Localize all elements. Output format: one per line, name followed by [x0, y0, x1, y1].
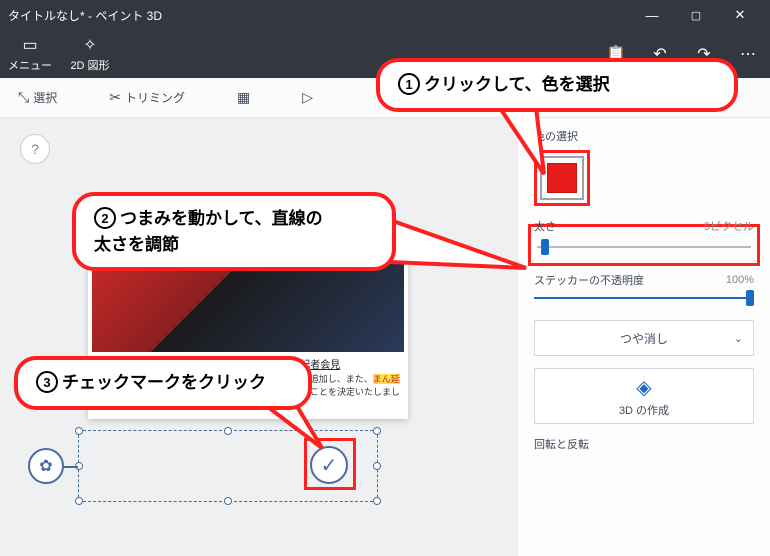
matte-label: つや消し — [620, 330, 668, 347]
matte-dropdown[interactable]: つや消し ⌄ — [534, 320, 754, 356]
select-label: 選択 — [33, 89, 57, 106]
slider-fill — [534, 297, 754, 299]
folder-icon: ▭ — [22, 35, 37, 55]
annotation-number: 1 — [398, 73, 420, 95]
opacity-label: ステッカーの不透明度 — [534, 272, 644, 288]
selection-handle[interactable] — [373, 462, 381, 470]
titlebar: タイトルなし* - ペイント 3D — [0, 0, 770, 30]
stamp-button[interactable]: ✿ — [28, 448, 64, 484]
slider-thumb[interactable] — [541, 239, 549, 255]
help-icon: ? — [31, 141, 39, 157]
slider-thumb[interactable] — [746, 290, 754, 306]
magic-select-icon: ▦ — [237, 89, 250, 106]
selection-handle[interactable] — [75, 427, 83, 435]
crop-tool[interactable]: ✂ トリミング — [103, 85, 191, 110]
select-tool[interactable]: ⤡ 選択 — [12, 85, 63, 110]
shapes-icon: ✧ — [83, 35, 96, 55]
annotation-tail-2 — [390, 220, 530, 300]
annotation-tail-1 — [500, 108, 560, 178]
magic-select-tool[interactable]: ▦ — [231, 85, 256, 110]
selection-handle[interactable] — [224, 497, 232, 505]
minimize-button[interactable] — [630, 0, 674, 30]
rotate-label: 回転と反転 — [534, 436, 754, 452]
opacity-value[interactable]: 100% — [694, 274, 754, 286]
slider-track — [537, 246, 751, 248]
annotation-callout-1: 1クリックして、色を選択 — [376, 58, 738, 112]
annotation-callout-2: 2つまみを動かして、直線の 太さを調節 — [72, 192, 396, 271]
selection-handle[interactable] — [75, 497, 83, 505]
thickness-label: 太さ — [534, 218, 556, 234]
window-title: タイトルなし* - ペイント 3D — [8, 7, 162, 24]
trimming-label: トリミング — [125, 89, 185, 106]
make3d-label: 3D の作成 — [619, 402, 669, 418]
close-button[interactable] — [718, 0, 762, 30]
annotation-number: 3 — [36, 371, 58, 393]
maximize-button[interactable] — [674, 0, 718, 30]
make-3d-button[interactable]: ◈ 3D の作成 — [534, 368, 754, 424]
chevron-down-icon: ⌄ — [734, 332, 743, 345]
thickness-value[interactable]: 5ピクセル — [694, 218, 754, 234]
cube-icon: ◈ — [636, 375, 651, 400]
shapes-label: 2D 図形 — [70, 57, 109, 73]
selection-handle[interactable] — [224, 427, 232, 435]
color-section: 色の選択 — [534, 128, 754, 206]
opacity-slider[interactable] — [534, 288, 754, 308]
cursor-icon: ⤡ — [18, 89, 29, 106]
help-button[interactable]: ? — [20, 134, 50, 164]
flag-icon: ▷ — [302, 89, 313, 106]
menu-button[interactable]: ▭ メニュー — [0, 35, 60, 73]
connector-line — [64, 466, 78, 468]
crop-icon: ✂ — [109, 89, 121, 106]
tab-2d-shapes[interactable]: ✧ 2D 図形 — [60, 35, 120, 73]
color-label: 色の選択 — [534, 128, 754, 144]
thickness-section: 太さ 5ピクセル — [534, 218, 754, 260]
more-icon: ⋯ — [740, 46, 756, 63]
opacity-section: ステッカーの不透明度 100% — [534, 272, 754, 308]
selection-handle[interactable] — [373, 497, 381, 505]
more-button[interactable]: ⋯ — [726, 44, 770, 64]
flag-tool[interactable]: ▷ — [296, 85, 319, 110]
annotation-number: 2 — [94, 207, 116, 229]
menu-label: メニュー — [8, 57, 52, 73]
side-panel: 色の選択 太さ 5ピクセル ステッカーの不透明度 — [518, 118, 770, 556]
canvas-area[interactable]: ? 新型コロナウイルス感染症に関する○○○○○○後記者会見 緊急事態宣言の対象地… — [0, 118, 518, 556]
thickness-slider[interactable] — [537, 237, 751, 257]
selection-handle[interactable] — [373, 427, 381, 435]
stamp-icon: ✿ — [39, 456, 52, 476]
annotation-callout-3: 3チェックマークをクリック — [14, 356, 312, 410]
